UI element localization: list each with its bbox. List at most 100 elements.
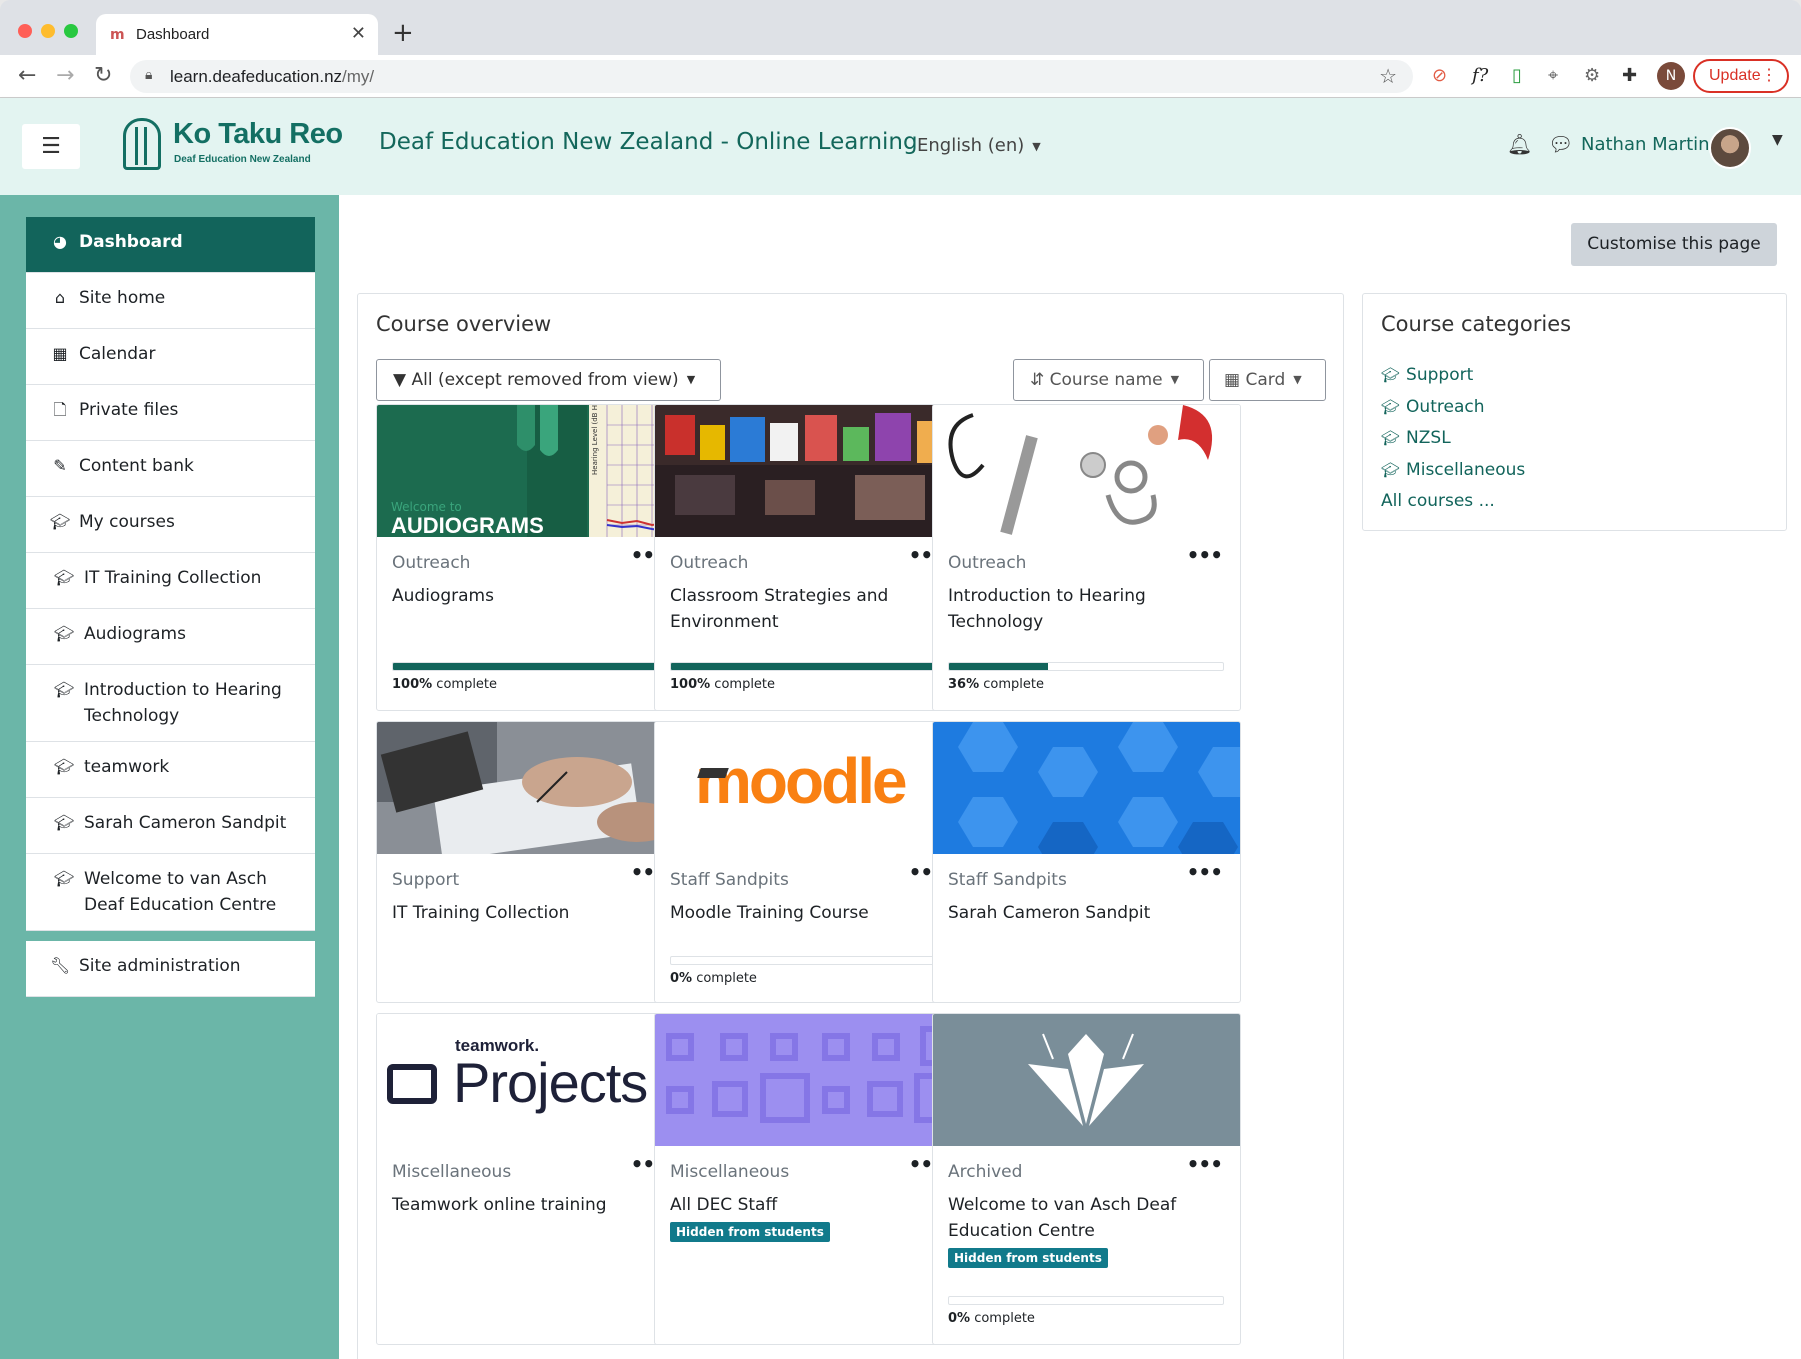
category-link-nzsl[interactable]: 🎓︎ NZSL	[1381, 423, 1525, 455]
document-extension-icon[interactable]: ▯	[1512, 65, 1522, 86]
progress-bar	[392, 662, 668, 671]
customise-page-button[interactable]: Customise this page	[1571, 223, 1777, 266]
course-name[interactable]: Sarah Cameron Sandpit	[948, 900, 1228, 926]
user-menu-caret-icon[interactable]: ▼	[1772, 132, 1783, 148]
course-card[interactable]: Outreach ••• Introduction to Hearing Tec…	[932, 404, 1241, 711]
messages-icon[interactable]: 💬︎	[1548, 132, 1573, 156]
drawer-item-content-bank[interactable]: ✎ Content bank	[26, 441, 315, 497]
svg-text:Hearing Level (dB HL): Hearing Level (dB HL)	[591, 405, 599, 475]
category-link-miscellaneous[interactable]: 🎓︎ Miscellaneous	[1381, 455, 1525, 487]
nav-drawer: ◕ Dashboard ⌂ Site home ▦ Calendar 🗋︎ Privat…	[0, 195, 339, 1359]
notifications-bell-icon[interactable]: 🔔︎	[1507, 132, 1532, 156]
drawer-item-course[interactable]: 🎓︎ Introduction to Hearing Technology	[26, 665, 315, 742]
all-courses-link[interactable]: All courses ...	[1381, 486, 1525, 518]
drawer-toggle-button[interactable]: ☰	[22, 124, 80, 169]
view-mode-dropdown[interactable]: ▦ Card ▼	[1209, 359, 1326, 401]
course-name[interactable]: Introduction to Hearing Technology	[948, 583, 1228, 635]
window-close-button[interactable]	[18, 24, 32, 38]
category-link-support[interactable]: 🎓︎ Support	[1381, 360, 1525, 392]
graduation-cap-icon: 🎓︎	[1381, 460, 1401, 479]
graduation-cap-icon: 🎓︎	[54, 680, 75, 699]
drawer-item-calendar[interactable]: ▦ Calendar	[26, 329, 315, 385]
course-name[interactable]: IT Training Collection	[392, 900, 672, 926]
graduation-cap-icon: 🎓︎	[54, 813, 75, 832]
course-name[interactable]: Moodle Training Course	[670, 900, 950, 926]
extension-icon[interactable]: ⊘	[1432, 65, 1447, 86]
new-tab-button[interactable]: +	[392, 18, 414, 48]
drawer-item-course[interactable]: 🎓︎ IT Training Collection	[26, 553, 315, 609]
drawer-item-dashboard[interactable]: ◕ Dashboard	[26, 217, 315, 273]
graduation-cap-icon: 🎓︎	[1381, 429, 1401, 447]
drawer-item-private-files[interactable]: 🗋︎ Private files	[26, 385, 315, 441]
course-category: Outreach	[948, 553, 1027, 573]
course-actions-menu-icon[interactable]: •••	[1187, 1152, 1223, 1176]
browser-update-button[interactable]: Update ⋮	[1693, 59, 1789, 93]
bookmark-star-icon[interactable]: ☆	[1379, 64, 1397, 88]
drawer-item-course[interactable]: 🎓︎ Audiograms	[26, 609, 315, 665]
graduation-cap-icon: 🎓︎	[54, 869, 75, 888]
course-card[interactable]: teamwork. Projects Miscellaneous ••• Tea…	[376, 1013, 685, 1345]
browser-toolbar: ← → ↻ 🔒︎ learn.deafeducation.nz/my/ ☆ ⊘ …	[0, 55, 1801, 98]
graduation-cap-icon: 🎓︎	[50, 512, 71, 531]
pin-extension-icon[interactable]: ⌖	[1548, 65, 1558, 86]
course-name[interactable]: Audiograms	[392, 583, 672, 609]
back-arrow-icon[interactable]: ←	[18, 63, 36, 88]
course-card[interactable]: Outreach ••• Classroom Strategies and En…	[654, 404, 963, 711]
forward-arrow-icon[interactable]: →	[56, 63, 74, 88]
drawer-item-course[interactable]: 🎓︎ Sarah Cameron Sandpit	[26, 798, 315, 854]
caret-down-icon: ▼	[1170, 373, 1180, 386]
course-actions-menu-icon[interactable]: •••	[1187, 543, 1223, 567]
gear-extension-icon[interactable]: ⚙	[1584, 65, 1600, 86]
hidden-badge: Hidden from students	[670, 1222, 830, 1242]
course-card[interactable]: moodle Staff Sandpits ••• Moodle Trainin…	[654, 721, 963, 1003]
drawer-item-site-administration[interactable]: 🔧︎ Site administration	[26, 941, 315, 997]
course-name: All DEC Staff Hidden from students	[670, 1192, 950, 1244]
user-avatar[interactable]	[1709, 127, 1751, 169]
puzzle-icon[interactable]: ✚	[1622, 65, 1637, 86]
user-name[interactable]: Nathan Martin	[1581, 134, 1710, 155]
url-bar[interactable]: 🔒︎ learn.deafeducation.nz/my/ ☆	[130, 60, 1413, 93]
hidden-badge: Hidden from students	[948, 1248, 1108, 1268]
course-actions-menu-icon[interactable]: •••	[1187, 860, 1223, 884]
calendar-icon: ▦	[52, 344, 68, 363]
window-zoom-button[interactable]	[64, 24, 78, 38]
projects-wordmark: Projects	[453, 1051, 648, 1114]
site-title[interactable]: Deaf Education New Zealand - Online Lear…	[379, 129, 918, 155]
profile-avatar[interactable]: N	[1657, 62, 1685, 90]
filter-icon: ▼	[393, 370, 412, 390]
progress-text: 0% complete	[670, 971, 757, 986]
course-image	[377, 722, 684, 854]
course-categories-title: Course categories	[1381, 312, 1572, 336]
course-card[interactable]: Miscellaneous ••• All DEC Staff Hidden f…	[654, 1013, 963, 1345]
drawer-item-my-courses[interactable]: 🎓︎ My courses	[26, 497, 315, 553]
mortarboard-icon	[697, 768, 729, 778]
course-card[interactable]: Hearing Level (dB HL) Welcome to AUDIOGR…	[376, 404, 685, 711]
browser-tab[interactable]: m Dashboard ✕	[96, 14, 378, 55]
progress-bar	[948, 662, 1224, 671]
graduation-cap-icon: 🎓︎	[1381, 366, 1401, 384]
course-name[interactable]: Teamwork online training	[392, 1192, 672, 1218]
category-list: 🎓︎ Support 🎓︎ Outreach 🎓︎ NZSL 🎓︎ Miscellane…	[1381, 360, 1525, 518]
course-card[interactable]: Support ••• IT Training Collection	[376, 721, 685, 1003]
language-menu[interactable]: English (en) ▼	[917, 135, 1041, 156]
category-link-outreach[interactable]: 🎓︎ Outreach	[1381, 392, 1525, 424]
course-category: Miscellaneous	[670, 1162, 790, 1182]
tab-close-icon[interactable]: ✕	[351, 23, 366, 44]
formula-extension-icon[interactable]: f?	[1472, 65, 1488, 86]
image-caption: Welcome to	[391, 500, 462, 514]
drawer-item-course[interactable]: 🎓︎ Welcome to van Asch Deaf Education Cen…	[26, 854, 315, 931]
drawer-item-site-home[interactable]: ⌂ Site home	[26, 273, 315, 329]
course-name[interactable]: Classroom Strategies and Environment	[670, 583, 950, 635]
reload-icon[interactable]: ↻	[94, 63, 112, 88]
graduation-cap-icon: 🎓︎	[1381, 397, 1401, 416]
logo-mark-icon	[123, 118, 161, 170]
grouping-filter-dropdown[interactable]: ▼ All (except removed from view) ▼	[376, 359, 721, 401]
site-logo[interactable]: Ko Taku Reo Deaf Education New Zealand	[123, 116, 353, 176]
drawer-item-course[interactable]: 🎓︎ teamwork	[26, 742, 315, 798]
sort-dropdown[interactable]: ⇵ Course name ▼	[1013, 359, 1204, 401]
window-minimize-button[interactable]	[41, 24, 55, 38]
sort-icon: ⇵	[1030, 370, 1050, 390]
course-image: moodle	[655, 722, 962, 854]
course-card[interactable]: Archived ••• Welcome to van Asch Deaf Ed…	[932, 1013, 1241, 1345]
course-card[interactable]: Staff Sandpits ••• Sarah Cameron Sandpit	[932, 721, 1241, 1003]
